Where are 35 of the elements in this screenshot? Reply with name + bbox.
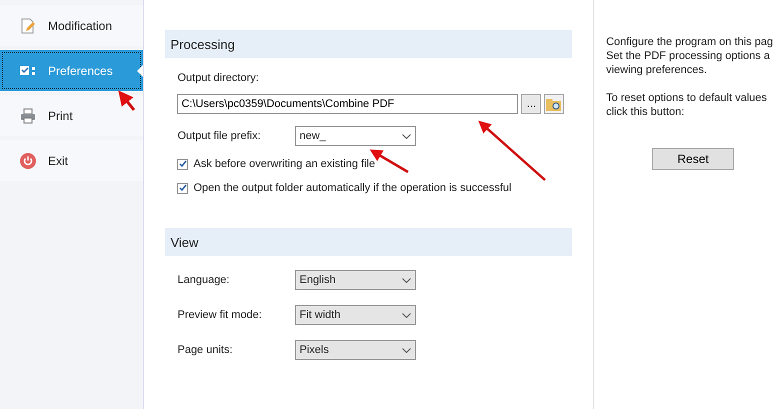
checkbox-option[interactable]: Ask before overwriting an existing file: [177, 158, 594, 170]
checkbox-option[interactable]: Open the output folder automatically if the operation is successful: [177, 182, 594, 194]
sidebar-item[interactable]: Exit: [0, 140, 144, 181]
sidebar-item[interactable]: Print: [0, 95, 144, 136]
chevron-down-icon: [402, 312, 412, 318]
section-header: View: [165, 228, 572, 256]
annotation-arrow: [478, 120, 546, 181]
chevron-down-icon: [402, 134, 412, 138]
printer-icon: [20, 108, 36, 124]
help-text: To reset options to default values click this button:: [606, 91, 768, 119]
field-label: Preview fit mode:: [177, 309, 263, 321]
browse-button[interactable]: ...: [521, 94, 542, 114]
help-text: Configure the program on this pag Set the PDF processing options a viewing preferences.: [606, 35, 773, 77]
section-header: Processing: [165, 30, 572, 58]
dropdown[interactable]: new_: [295, 126, 416, 146]
field-label: Page units:: [177, 344, 234, 356]
folder-search-icon: [546, 97, 562, 111]
reset-button[interactable]: Reset: [652, 148, 734, 170]
checkbox[interactable]: [177, 158, 188, 170]
checklist-icon: [20, 64, 36, 76]
dropdown[interactable]: English: [295, 270, 416, 290]
field-label: Output directory:: [177, 72, 260, 84]
output-directory-field[interactable]: C:\Users\pc0359\Documents\Combine PDF: [177, 94, 518, 114]
annotation-arrow: [118, 90, 136, 111]
dropdown[interactable]: Fit width: [295, 305, 416, 325]
edit-icon: [20, 18, 36, 34]
field-label: Output file prefix:: [177, 130, 262, 142]
chevron-down-icon: [402, 348, 412, 352]
open-folder-button[interactable]: [544, 94, 564, 114]
dropdown[interactable]: Pixels: [295, 340, 416, 360]
power-icon: [20, 152, 36, 168]
chevron-down-icon: [402, 278, 412, 282]
field-label: Language:: [177, 274, 230, 286]
sidebar-item[interactable]: Modification: [0, 5, 144, 46]
checkbox[interactable]: [177, 182, 188, 194]
